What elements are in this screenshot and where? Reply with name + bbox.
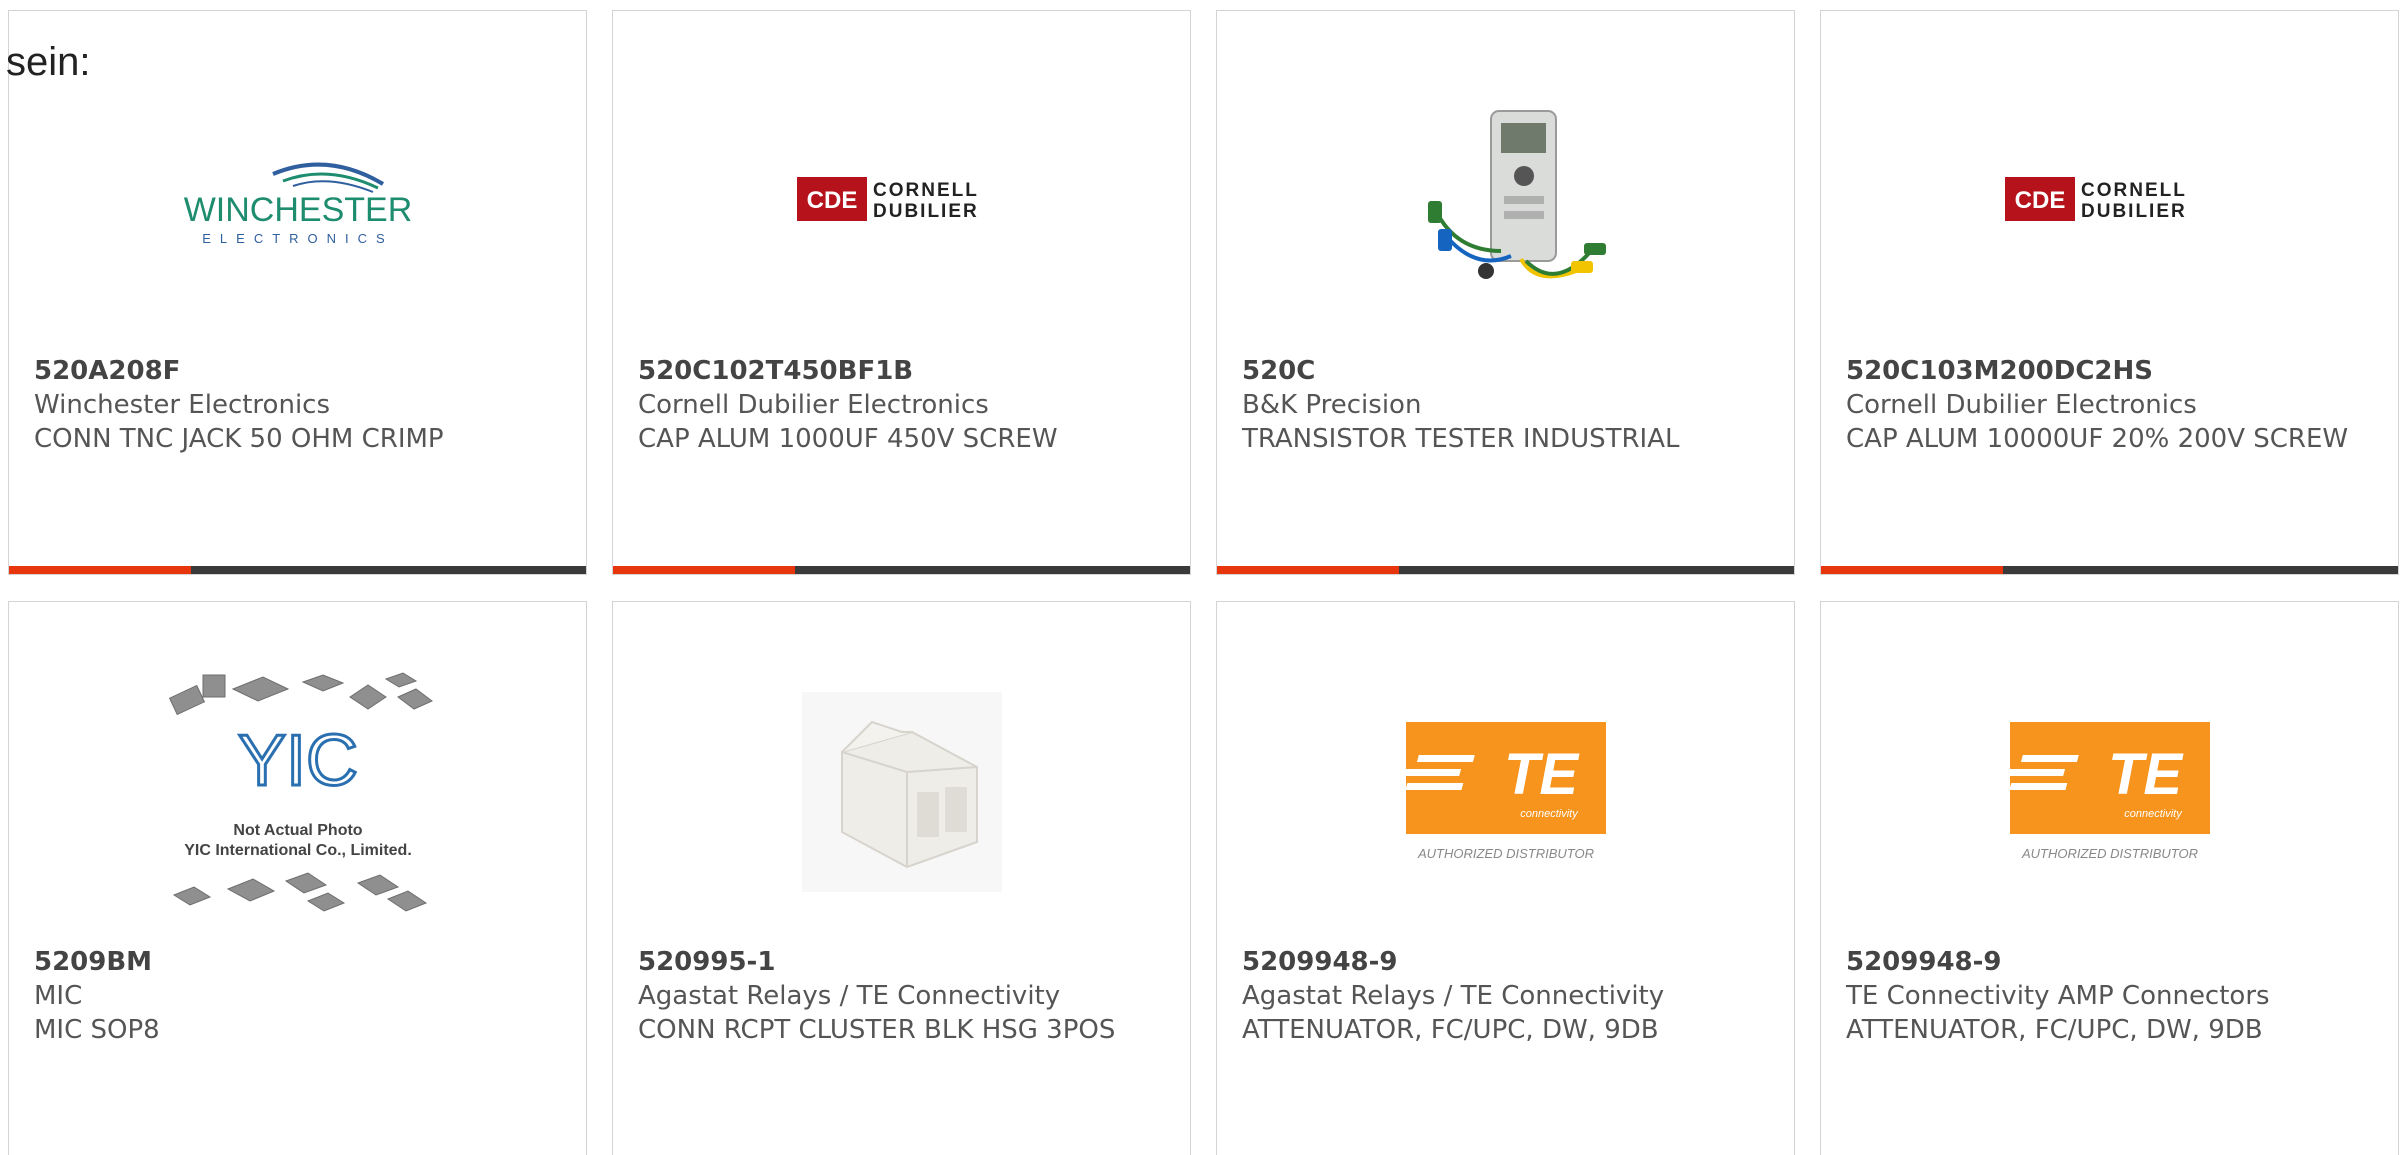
product-description: ATTENUATOR, FC/UPC, DW, 9DB bbox=[1242, 1015, 1659, 1045]
product-card[interactable]: TE connectivity AUTHORIZED DISTRIBUTOR 5… bbox=[1216, 601, 1795, 1155]
product-image[interactable]: TE connectivity AUTHORIZED DISTRIBUTOR bbox=[1217, 662, 1794, 922]
cornell-dubilier-logo: CDE CORNELL DUBILIER bbox=[2004, 177, 2187, 222]
svg-text:YIC: YIC bbox=[237, 721, 357, 801]
svg-text:Not Actual Photo: Not Actual Photo bbox=[233, 822, 362, 839]
part-number[interactable]: 520C bbox=[1242, 354, 1769, 388]
svg-text:CORNELL: CORNELL bbox=[2081, 180, 2187, 201]
svg-text:ELECTRONICS: ELECTRONICS bbox=[202, 231, 393, 246]
yic-placeholder-image: YIC Not Actual Photo YIC International C… bbox=[168, 672, 433, 912]
manufacturer-name: B&K Precision bbox=[1242, 390, 1422, 420]
product-info: 520C103M200DC2HS Cornell Dubilier Electr… bbox=[1846, 354, 2373, 456]
card-underline bbox=[9, 566, 586, 574]
card-underline-accent bbox=[9, 566, 191, 574]
product-image[interactable]: TE connectivity AUTHORIZED DISTRIBUTOR bbox=[1821, 662, 2398, 922]
transistor-tester-photo bbox=[1427, 110, 1606, 279]
svg-text:AUTHORIZED DISTRIBUTOR: AUTHORIZED DISTRIBUTOR bbox=[1417, 846, 1594, 861]
te-connectivity-logo: TE connectivity AUTHORIZED DISTRIBUTOR bbox=[2006, 722, 2210, 861]
svg-text:DUBILIER: DUBILIER bbox=[873, 201, 979, 222]
product-info: 5209BM MIC MIC SOP8 bbox=[34, 945, 561, 1047]
product-description: CAP ALUM 10000UF 20% 200V SCREW bbox=[1846, 424, 2349, 454]
product-card[interactable]: CDE CORNELL DUBILIER 520C102T450BF1B Cor… bbox=[612, 10, 1191, 575]
card-underline-accent bbox=[613, 566, 795, 574]
product-description: TRANSISTOR TESTER INDUSTRIAL bbox=[1242, 424, 1680, 454]
part-number[interactable]: 5209948-9 bbox=[1846, 945, 2373, 979]
card-underline-accent bbox=[1217, 566, 1399, 574]
svg-text:WINCHESTER: WINCHESTER bbox=[183, 191, 412, 229]
product-info: 520C102T450BF1B Cornell Dubilier Electro… bbox=[638, 354, 1165, 456]
card-underline bbox=[1217, 566, 1794, 574]
part-number[interactable]: 5209948-9 bbox=[1242, 945, 1769, 979]
part-number[interactable]: 5209BM bbox=[34, 945, 561, 979]
card-underline bbox=[613, 566, 1190, 574]
svg-text:YIC International Co., Limited: YIC International Co., Limited. bbox=[184, 842, 412, 859]
svg-text:DUBILIER: DUBILIER bbox=[2081, 201, 2187, 222]
te-connectivity-logo: TE connectivity AUTHORIZED DISTRIBUTOR bbox=[1402, 722, 1606, 861]
svg-text:CDE: CDE bbox=[2014, 187, 2065, 214]
product-image[interactable]: CDE CORNELL DUBILIER bbox=[1821, 71, 2398, 331]
product-image[interactable]: CDE CORNELL DUBILIER bbox=[613, 71, 1190, 331]
svg-text:AUTHORIZED DISTRIBUTOR: AUTHORIZED DISTRIBUTOR bbox=[2021, 846, 2198, 861]
manufacturer-name: Cornell Dubilier Electronics bbox=[638, 390, 989, 420]
product-info: 520995-1 Agastat Relays / TE Connectivit… bbox=[638, 945, 1165, 1047]
product-image[interactable]: YIC Not Actual Photo YIC International C… bbox=[9, 662, 586, 922]
svg-text:TE: TE bbox=[1503, 742, 1579, 807]
manufacturer-name: Agastat Relays / TE Connectivity bbox=[1242, 981, 1665, 1011]
winchester-electronics-logo: WINCHESTER ELECTRONICS bbox=[183, 162, 412, 246]
product-info: 520A208F Winchester Electronics CONN TNC… bbox=[34, 354, 561, 456]
part-number[interactable]: 520C102T450BF1B bbox=[638, 354, 1165, 388]
product-card[interactable]: 520995-1 Agastat Relays / TE Connectivit… bbox=[612, 601, 1191, 1155]
manufacturer-name: MIC bbox=[34, 981, 83, 1011]
cornell-dubilier-logo: CDE CORNELL DUBILIER bbox=[796, 177, 979, 222]
product-info: 5209948-9 TE Connectivity AMP Connectors… bbox=[1846, 945, 2373, 1047]
product-description: CAP ALUM 1000UF 450V SCREW bbox=[638, 424, 1058, 454]
part-number[interactable]: 520C103M200DC2HS bbox=[1846, 354, 2373, 388]
manufacturer-name: TE Connectivity AMP Connectors bbox=[1846, 981, 2270, 1011]
product-description: CONN TNC JACK 50 OHM CRIMP bbox=[34, 424, 444, 454]
product-grid: WINCHESTER ELECTRONICS 520A208F Winchest… bbox=[8, 10, 2399, 1155]
product-card[interactable]: YIC Not Actual Photo YIC International C… bbox=[8, 601, 587, 1155]
product-card[interactable]: CDE CORNELL DUBILIER 520C103M200DC2HS Co… bbox=[1820, 10, 2399, 575]
svg-text:CORNELL: CORNELL bbox=[873, 180, 979, 201]
svg-text:CDE: CDE bbox=[806, 187, 857, 214]
card-underline-accent bbox=[1821, 566, 2003, 574]
product-info: 5209948-9 Agastat Relays / TE Connectivi… bbox=[1242, 945, 1769, 1047]
product-image[interactable] bbox=[613, 662, 1190, 922]
manufacturer-name: Agastat Relays / TE Connectivity bbox=[638, 981, 1061, 1011]
product-description: CONN RCPT CLUSTER BLK HSG 3POS bbox=[638, 1015, 1116, 1045]
svg-text:connectivity: connectivity bbox=[1520, 808, 1579, 820]
part-number[interactable]: 520A208F bbox=[34, 354, 561, 388]
manufacturer-name: Winchester Electronics bbox=[34, 390, 331, 420]
svg-text:connectivity: connectivity bbox=[2124, 808, 2183, 820]
manufacturer-name: Cornell Dubilier Electronics bbox=[1846, 390, 2197, 420]
svg-text:TE: TE bbox=[2107, 742, 2183, 807]
product-description: MIC SOP8 bbox=[34, 1015, 160, 1045]
product-description: ATTENUATOR, FC/UPC, DW, 9DB bbox=[1846, 1015, 2263, 1045]
product-image[interactable]: WINCHESTER ELECTRONICS bbox=[9, 71, 586, 331]
connector-housing-photo bbox=[801, 692, 1002, 892]
product-card[interactable]: WINCHESTER ELECTRONICS 520A208F Winchest… bbox=[8, 10, 587, 575]
product-info: 520C B&K Precision TRANSISTOR TESTER IND… bbox=[1242, 354, 1769, 456]
lead-text: sein: bbox=[6, 40, 91, 84]
product-grid-page: WINCHESTER ELECTRONICS 520A208F Winchest… bbox=[0, 0, 2400, 1155]
product-image[interactable] bbox=[1217, 71, 1794, 331]
product-card[interactable]: TE connectivity AUTHORIZED DISTRIBUTOR 5… bbox=[1820, 601, 2399, 1155]
card-underline bbox=[1821, 566, 2398, 574]
part-number[interactable]: 520995-1 bbox=[638, 945, 1165, 979]
product-card[interactable]: 520C B&K Precision TRANSISTOR TESTER IND… bbox=[1216, 10, 1795, 575]
